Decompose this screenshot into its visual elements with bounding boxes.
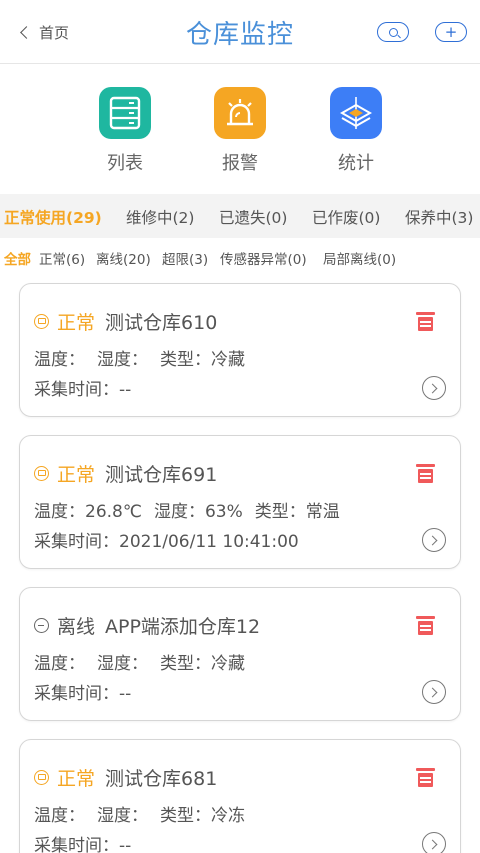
chevron-right-icon[interactable] — [422, 528, 446, 552]
status-text: 正常 — [57, 312, 96, 334]
feature-menu: 列表 报警 统计 — [0, 65, 480, 193]
search-button[interactable] — [377, 22, 409, 42]
card-readings: 温度： 湿度： 类型：冷藏 — [34, 345, 245, 370]
humidity-text: 湿度：63% — [153, 502, 243, 522]
alarm-siren-icon — [214, 87, 266, 139]
filter-normal[interactable]: 正常(6) — [39, 248, 85, 268]
warehouse-card[interactable]: 正常 测试仓库691 温度：26.8℃ 湿度：63% 类型：常温 采集时间：2021… — [19, 435, 461, 569]
status-text: 正常 — [57, 768, 96, 790]
temperature-text: 温度：26.8℃ — [34, 502, 142, 522]
card-header: 正常 测试仓库681 — [34, 764, 217, 791]
status-normal-icon — [34, 314, 49, 329]
layers-chart-icon — [330, 87, 382, 139]
humidity-text: 湿度： — [97, 654, 148, 674]
warehouse-card[interactable]: 离线 APP端添加仓库12 温度： 湿度： 类型：冷藏 采集时间：-- — [19, 587, 461, 721]
temperature-text: 温度： — [34, 654, 85, 674]
filter-partial-offline[interactable]: 局部离线(0) — [323, 248, 396, 268]
feature-list-button[interactable]: 列表 — [85, 87, 165, 175]
chevron-right-icon[interactable] — [422, 832, 446, 853]
status-offline-icon — [34, 618, 49, 633]
type-text: 类型：冷藏 — [160, 654, 245, 674]
filter-offline[interactable]: 离线(20) — [96, 248, 151, 268]
warehouse-name: 测试仓库610 — [105, 312, 218, 334]
collect-time: 采集时间：2021/06/11 10:41:00 — [34, 532, 299, 552]
plus-icon: + — [444, 22, 458, 41]
delete-icon[interactable] — [416, 312, 435, 331]
filter-over-limit[interactable]: 超限(3) — [162, 248, 208, 268]
delete-icon[interactable] — [416, 768, 435, 787]
warehouse-card[interactable]: 正常 测试仓库610 温度： 湿度： 类型：冷藏 采集时间：-- — [19, 283, 461, 417]
card-header: 正常 测试仓库610 — [34, 308, 217, 335]
type-text: 类型：常温 — [254, 502, 340, 522]
filter-all[interactable]: 全部 — [4, 248, 31, 268]
card-readings: 温度： 湿度： 类型：冷冻 — [34, 801, 245, 826]
status-normal-icon — [34, 466, 49, 481]
type-text: 类型：冷冻 — [160, 806, 245, 826]
tab-lost[interactable]: 已遗失(0) — [219, 206, 287, 228]
chevron-right-icon[interactable] — [422, 680, 446, 704]
temperature-text: 温度： — [34, 806, 85, 826]
status-text: 正常 — [57, 464, 96, 486]
delete-icon[interactable] — [416, 464, 435, 483]
status-text: 离线 — [57, 616, 96, 638]
card-header: 离线 APP端添加仓库12 — [34, 612, 260, 639]
card-header: 正常 测试仓库691 — [34, 460, 217, 487]
warehouse-name: APP端添加仓库12 — [105, 616, 261, 638]
chevron-right-icon[interactable] — [422, 376, 446, 400]
warehouse-name: 测试仓库691 — [105, 464, 218, 486]
status-filters: 全部 正常(6) 离线(20) 超限(3) 传感器异常(0) 局部离线(0) — [0, 248, 480, 268]
collect-time: 采集时间：-- — [34, 836, 132, 853]
feature-list-label: 列表 — [107, 153, 143, 174]
feature-alarm-label: 报警 — [222, 153, 258, 174]
tab-voided[interactable]: 已作废(0) — [312, 206, 380, 228]
humidity-text: 湿度： — [97, 806, 148, 826]
search-icon — [388, 27, 398, 37]
warehouse-name: 测试仓库681 — [105, 768, 218, 790]
feature-stats-button[interactable]: 统计 — [316, 87, 396, 175]
server-list-icon — [99, 87, 151, 139]
delete-icon[interactable] — [416, 616, 435, 635]
status-tabs: 正常使用(29) 维修中(2) 已遗失(0) 已作废(0) 保养中(3) — [0, 194, 480, 238]
card-readings: 温度： 湿度： 类型：冷藏 — [34, 649, 245, 674]
type-text: 类型：冷藏 — [160, 350, 245, 370]
humidity-text: 湿度： — [97, 350, 148, 370]
collect-time: 采集时间：-- — [34, 380, 132, 400]
tab-maintenance[interactable]: 保养中(3) — [405, 206, 473, 228]
feature-stats-label: 统计 — [338, 153, 374, 174]
top-nav-bar: 首页 仓库监控 + — [0, 0, 480, 64]
filter-sensor-error[interactable]: 传感器异常(0) — [220, 248, 307, 268]
temperature-text: 温度： — [34, 350, 85, 370]
feature-alarm-button[interactable]: 报警 — [200, 87, 280, 175]
warehouse-card[interactable]: 正常 测试仓库681 温度： 湿度： 类型：冷冻 采集时间：-- — [19, 739, 461, 853]
add-button[interactable]: + — [435, 22, 467, 42]
tab-in-use[interactable]: 正常使用(29) — [4, 206, 102, 228]
tab-under-repair[interactable]: 维修中(2) — [126, 206, 194, 228]
card-readings: 温度：26.8℃ 湿度：63% 类型：常温 — [34, 497, 340, 522]
collect-time: 采集时间：-- — [34, 684, 132, 704]
status-normal-icon — [34, 770, 49, 785]
